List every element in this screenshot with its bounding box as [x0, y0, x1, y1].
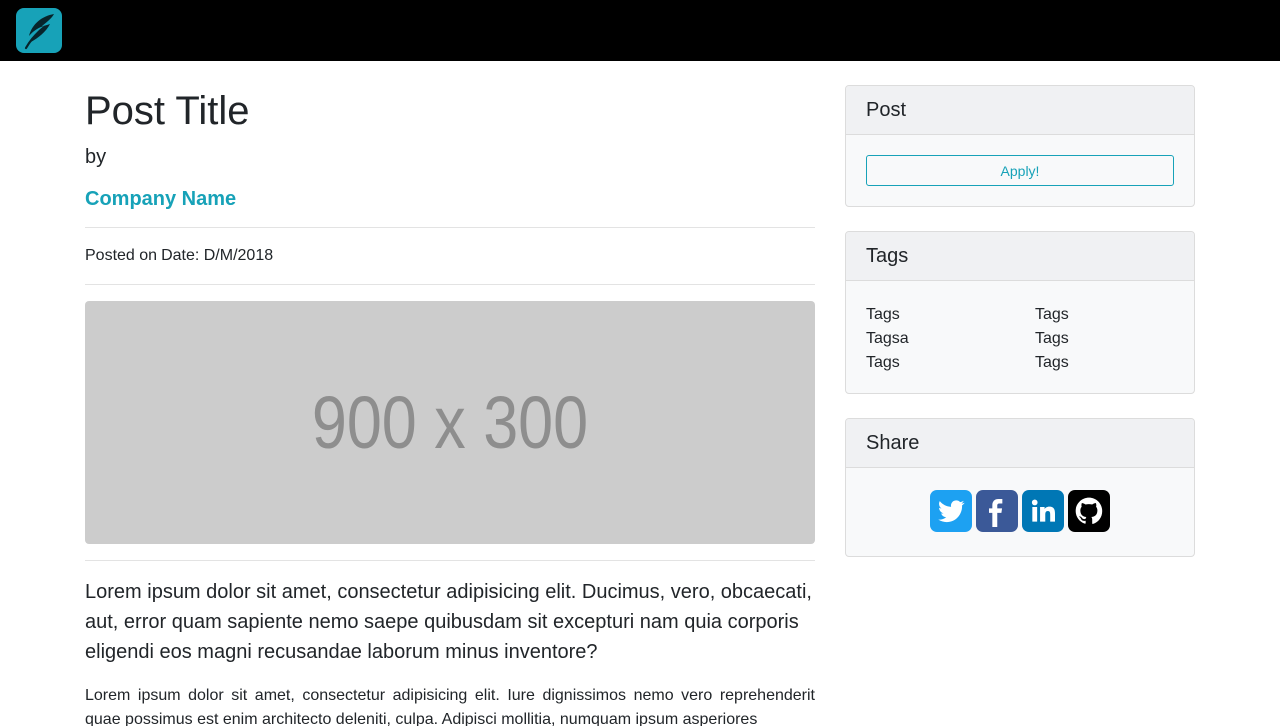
post-body-paragraph: Lorem ipsum dolor sit amet, consectetur … [85, 687, 815, 726]
posted-label: Posted on [85, 247, 158, 264]
post-card-body: Apply! [846, 135, 1194, 206]
tags-card: Tags Tags Tags Tagsa Tags Tags Tags [845, 231, 1195, 394]
company-link[interactable]: Company Name [85, 187, 236, 211]
posted-date: Posted on Date: D/M/2018 [85, 246, 277, 266]
post-card: Post Apply! [845, 85, 1195, 207]
top-navbar [0, 0, 1280, 61]
share-card: Share [845, 418, 1195, 557]
twitter-icon[interactable] [930, 490, 972, 532]
tag-link[interactable]: Tags [1035, 327, 1174, 351]
tags-list: Tags Tags Tagsa Tags Tags Tags [866, 301, 1174, 375]
posted-date-value: Date: D/M/2018 [161, 247, 274, 264]
divider [85, 560, 815, 561]
apply-button[interactable]: Apply! [866, 155, 1174, 186]
share-card-body [846, 468, 1194, 556]
tag-link[interactable]: Tags [1035, 351, 1174, 375]
linkedin-icon[interactable] [1022, 490, 1064, 532]
tag-link[interactable]: Tags [1035, 303, 1174, 327]
post-lead-paragraph: Lorem ipsum dolor sit amet, consectetur … [85, 581, 812, 663]
placeholder-size-label: 900 x 300 [311, 381, 589, 464]
post-title: Post Title [85, 89, 250, 133]
divider [85, 284, 815, 285]
divider [85, 227, 815, 228]
post-card-title: Post [846, 86, 1194, 135]
post-image-placeholder: 900 x 300 [85, 301, 815, 544]
post-by-label: by [85, 146, 107, 168]
github-icon[interactable] [1068, 490, 1110, 532]
tag-link[interactable]: Tags [866, 303, 1035, 327]
tags-card-body: Tags Tags Tagsa Tags Tags Tags [846, 281, 1194, 393]
quill-feather-logo-icon [24, 14, 54, 50]
tags-card-title: Tags [846, 232, 1194, 281]
share-card-title: Share [846, 419, 1194, 468]
brand-logo[interactable] [16, 8, 62, 53]
tag-link[interactable]: Tags [866, 351, 1035, 375]
share-icons [866, 488, 1174, 536]
tag-link[interactable]: Tagsa [866, 327, 1035, 351]
facebook-icon[interactable] [976, 490, 1018, 532]
